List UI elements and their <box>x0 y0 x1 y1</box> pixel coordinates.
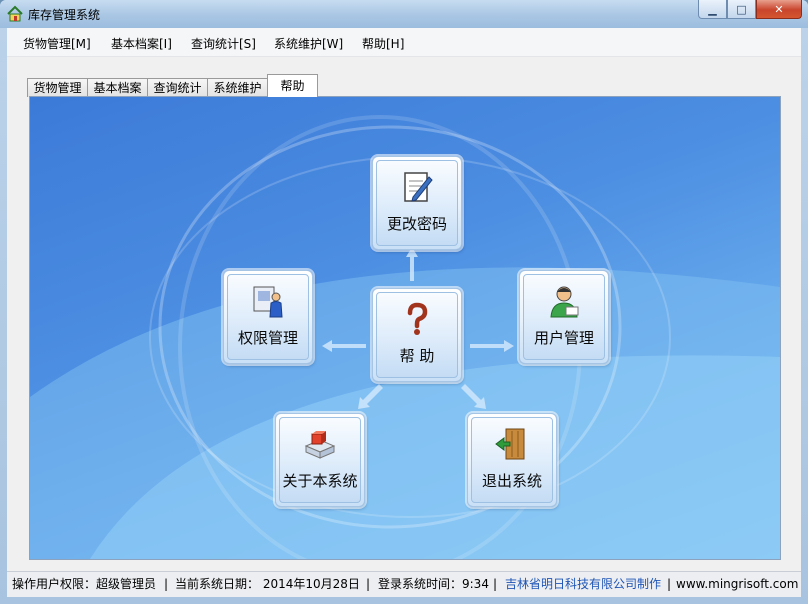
maximize-button[interactable]: □ <box>727 0 756 19</box>
permissions-label: 权限管理 <box>237 329 298 347</box>
change-password-label: 更改密码 <box>386 215 447 233</box>
help-button[interactable]: 帮 助 <box>372 288 462 382</box>
exit-door-icon <box>495 428 525 460</box>
about-button[interactable]: 关于本系统 <box>275 413 365 507</box>
exit-label: 退出系统 <box>481 472 542 490</box>
change-password-button[interactable]: 更改密码 <box>372 156 462 250</box>
user-management-label: 用户管理 <box>533 329 594 347</box>
menu-help[interactable]: 帮助[H] <box>362 35 404 52</box>
exit-button[interactable]: 退出系统 <box>467 413 557 507</box>
close-button[interactable]: ✕ <box>756 0 802 19</box>
tab-goods[interactable]: 货物管理 <box>27 78 88 97</box>
arrow-up-icon <box>406 247 418 281</box>
tab-archive[interactable]: 基本档案 <box>87 78 148 97</box>
app-window: 库存管理系统 ▁ □ ✕ 货物管理[M] 基本档案[I] 查询统计[S] 系统维… <box>0 0 808 604</box>
menu-query[interactable]: 查询统计[S] <box>191 35 256 52</box>
status-user-role: 操作用户权限：超级管理员 <box>12 577 157 591</box>
minimize-button[interactable]: ▁ <box>698 0 727 19</box>
title-bar[interactable]: 库存管理系统 ▁ □ ✕ <box>0 0 808 28</box>
status-login-time: 登录系统时间：9:34 <box>378 577 489 591</box>
tab-maintenance[interactable]: 系统维护 <box>207 78 268 97</box>
arrow-down-right-icon <box>461 384 486 409</box>
status-separator: | <box>164 577 169 591</box>
arrow-down-left-icon <box>358 384 383 409</box>
menu-goods[interactable]: 货物管理[M] <box>23 35 91 52</box>
status-company: 吉林省明日科技有限公司制作 <box>505 577 662 591</box>
status-bar: 操作用户权限：超级管理员 | 当前系统日期： 2014年10月28日 | 登录系… <box>7 571 801 597</box>
status-current-date: 当前系统日期： 2014年10月28日 <box>175 577 360 591</box>
status-website: www.mingrisoft.com <box>676 577 799 591</box>
about-label: 关于本系统 <box>282 472 358 490</box>
status-separator: | <box>667 577 672 591</box>
status-separator: | <box>366 577 371 591</box>
tab-query[interactable]: 查询统计 <box>147 78 208 97</box>
help-label: 帮 助 <box>399 347 435 365</box>
close-icon: ✕ <box>774 2 784 16</box>
user-management-button[interactable]: 用户管理 <box>519 270 609 364</box>
help-panel: 更改密码 权限管理 帮 助 用户管理 关于本系统 退出系统 <box>29 96 781 560</box>
permissions-button[interactable]: 权限管理 <box>223 270 313 364</box>
user-icon <box>550 286 579 318</box>
tab-help[interactable]: 帮助 <box>267 74 318 97</box>
menu-bar: 货物管理[M] 基本档案[I] 查询统计[S] 系统维护[W] 帮助[H] <box>7 28 801 57</box>
arrow-left-icon <box>322 340 366 352</box>
edit-document-icon <box>404 172 433 202</box>
menu-archive[interactable]: 基本档案[I] <box>111 35 172 52</box>
minimize-icon: ▁ <box>708 2 717 16</box>
boxes-icon <box>304 431 336 459</box>
house-icon <box>7 5 23 22</box>
client-area: 货物管理[M] 基本档案[I] 查询统计[S] 系统维护[W] 帮助[H] 货物… <box>7 28 801 597</box>
user-permissions-icon <box>253 286 283 318</box>
status-separator: | <box>493 577 498 591</box>
window-title: 库存管理系统 <box>28 8 101 22</box>
arrow-right-icon <box>470 340 514 352</box>
menu-maintenance[interactable]: 系统维护[W] <box>274 35 343 52</box>
question-mark-icon <box>407 302 428 335</box>
maximize-icon: □ <box>736 2 747 16</box>
